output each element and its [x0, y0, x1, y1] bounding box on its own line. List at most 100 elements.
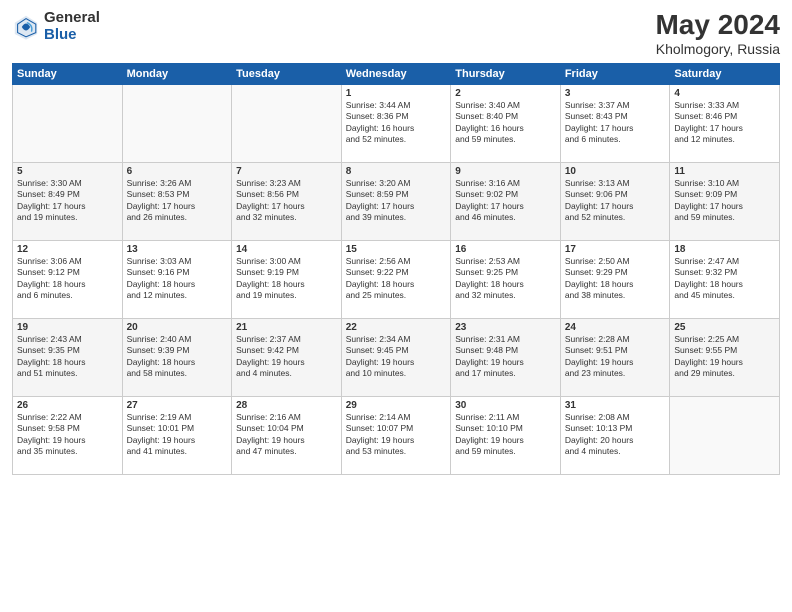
calendar-cell: 16Sunrise: 2:53 AM Sunset: 9:25 PM Dayli… — [451, 240, 561, 318]
day-number: 17 — [565, 244, 666, 255]
col-friday: Friday — [560, 63, 670, 84]
day-number: 20 — [127, 322, 228, 333]
day-number: 14 — [236, 244, 337, 255]
col-monday: Monday — [122, 63, 232, 84]
day-info: Sunrise: 2:22 AM Sunset: 9:58 PM Dayligh… — [17, 412, 118, 458]
calendar-cell: 6Sunrise: 3:26 AM Sunset: 8:53 PM Daylig… — [122, 162, 232, 240]
day-info: Sunrise: 2:16 AM Sunset: 10:04 PM Daylig… — [236, 412, 337, 458]
day-info: Sunrise: 3:03 AM Sunset: 9:16 PM Dayligh… — [127, 256, 228, 302]
calendar-cell: 13Sunrise: 3:03 AM Sunset: 9:16 PM Dayli… — [122, 240, 232, 318]
day-number: 26 — [17, 400, 118, 411]
calendar-cell: 29Sunrise: 2:14 AM Sunset: 10:07 PM Dayl… — [341, 396, 451, 474]
day-number: 9 — [455, 166, 556, 177]
day-number: 2 — [455, 88, 556, 99]
calendar-cell: 31Sunrise: 2:08 AM Sunset: 10:13 PM Dayl… — [560, 396, 670, 474]
calendar-cell: 14Sunrise: 3:00 AM Sunset: 9:19 PM Dayli… — [232, 240, 342, 318]
col-tuesday: Tuesday — [232, 63, 342, 84]
day-number: 12 — [17, 244, 118, 255]
day-number: 23 — [455, 322, 556, 333]
calendar-cell: 22Sunrise: 2:34 AM Sunset: 9:45 PM Dayli… — [341, 318, 451, 396]
day-info: Sunrise: 2:34 AM Sunset: 9:45 PM Dayligh… — [346, 334, 447, 380]
calendar-cell: 7Sunrise: 3:23 AM Sunset: 8:56 PM Daylig… — [232, 162, 342, 240]
day-number: 29 — [346, 400, 447, 411]
calendar-cell: 4Sunrise: 3:33 AM Sunset: 8:46 PM Daylig… — [670, 84, 780, 162]
calendar-cell: 24Sunrise: 2:28 AM Sunset: 9:51 PM Dayli… — [560, 318, 670, 396]
calendar-page: General Blue May 2024 Kholmogory, Russia… — [0, 0, 792, 612]
calendar-cell — [670, 396, 780, 474]
day-number: 10 — [565, 166, 666, 177]
col-thursday: Thursday — [451, 63, 561, 84]
calendar-cell — [232, 84, 342, 162]
col-sunday: Sunday — [13, 63, 123, 84]
day-info: Sunrise: 2:14 AM Sunset: 10:07 PM Daylig… — [346, 412, 447, 458]
calendar-cell: 15Sunrise: 2:56 AM Sunset: 9:22 PM Dayli… — [341, 240, 451, 318]
day-info: Sunrise: 2:28 AM Sunset: 9:51 PM Dayligh… — [565, 334, 666, 380]
logo-icon — [12, 13, 40, 41]
day-info: Sunrise: 2:40 AM Sunset: 9:39 PM Dayligh… — [127, 334, 228, 380]
calendar-cell: 12Sunrise: 3:06 AM Sunset: 9:12 PM Dayli… — [13, 240, 123, 318]
day-number: 24 — [565, 322, 666, 333]
logo-blue: Blue — [44, 27, 100, 44]
col-wednesday: Wednesday — [341, 63, 451, 84]
header: General Blue May 2024 Kholmogory, Russia — [12, 10, 780, 57]
calendar-cell: 28Sunrise: 2:16 AM Sunset: 10:04 PM Dayl… — [232, 396, 342, 474]
calendar-cell: 3Sunrise: 3:37 AM Sunset: 8:43 PM Daylig… — [560, 84, 670, 162]
calendar-cell: 2Sunrise: 3:40 AM Sunset: 8:40 PM Daylig… — [451, 84, 561, 162]
calendar-cell — [13, 84, 123, 162]
calendar-cell: 5Sunrise: 3:30 AM Sunset: 8:49 PM Daylig… — [13, 162, 123, 240]
calendar-title: May 2024 — [655, 10, 780, 41]
calendar-table: Sunday Monday Tuesday Wednesday Thursday… — [12, 63, 780, 475]
day-info: Sunrise: 2:11 AM Sunset: 10:10 PM Daylig… — [455, 412, 556, 458]
calendar-subtitle: Kholmogory, Russia — [655, 41, 780, 57]
calendar-cell: 30Sunrise: 2:11 AM Sunset: 10:10 PM Dayl… — [451, 396, 561, 474]
day-info: Sunrise: 2:31 AM Sunset: 9:48 PM Dayligh… — [455, 334, 556, 380]
day-info: Sunrise: 3:00 AM Sunset: 9:19 PM Dayligh… — [236, 256, 337, 302]
day-number: 3 — [565, 88, 666, 99]
day-info: Sunrise: 2:43 AM Sunset: 9:35 PM Dayligh… — [17, 334, 118, 380]
day-number: 16 — [455, 244, 556, 255]
day-info: Sunrise: 3:33 AM Sunset: 8:46 PM Dayligh… — [674, 100, 775, 146]
calendar-cell: 18Sunrise: 2:47 AM Sunset: 9:32 PM Dayli… — [670, 240, 780, 318]
day-number: 13 — [127, 244, 228, 255]
day-number: 22 — [346, 322, 447, 333]
day-number: 4 — [674, 88, 775, 99]
day-info: Sunrise: 2:53 AM Sunset: 9:25 PM Dayligh… — [455, 256, 556, 302]
day-info: Sunrise: 2:08 AM Sunset: 10:13 PM Daylig… — [565, 412, 666, 458]
day-number: 28 — [236, 400, 337, 411]
calendar-cell: 26Sunrise: 2:22 AM Sunset: 9:58 PM Dayli… — [13, 396, 123, 474]
day-number: 1 — [346, 88, 447, 99]
calendar-cell: 27Sunrise: 2:19 AM Sunset: 10:01 PM Dayl… — [122, 396, 232, 474]
day-info: Sunrise: 2:47 AM Sunset: 9:32 PM Dayligh… — [674, 256, 775, 302]
calendar-cell: 1Sunrise: 3:44 AM Sunset: 8:36 PM Daylig… — [341, 84, 451, 162]
logo-text: General Blue — [44, 10, 100, 43]
day-number: 21 — [236, 322, 337, 333]
day-number: 18 — [674, 244, 775, 255]
calendar-week-4: 19Sunrise: 2:43 AM Sunset: 9:35 PM Dayli… — [13, 318, 780, 396]
logo: General Blue — [12, 10, 100, 43]
day-info: Sunrise: 3:06 AM Sunset: 9:12 PM Dayligh… — [17, 256, 118, 302]
calendar-cell — [122, 84, 232, 162]
day-number: 31 — [565, 400, 666, 411]
day-info: Sunrise: 2:19 AM Sunset: 10:01 PM Daylig… — [127, 412, 228, 458]
day-number: 8 — [346, 166, 447, 177]
calendar-cell: 20Sunrise: 2:40 AM Sunset: 9:39 PM Dayli… — [122, 318, 232, 396]
day-number: 11 — [674, 166, 775, 177]
calendar-cell: 9Sunrise: 3:16 AM Sunset: 9:02 PM Daylig… — [451, 162, 561, 240]
calendar-cell: 17Sunrise: 2:50 AM Sunset: 9:29 PM Dayli… — [560, 240, 670, 318]
day-info: Sunrise: 3:40 AM Sunset: 8:40 PM Dayligh… — [455, 100, 556, 146]
day-info: Sunrise: 3:13 AM Sunset: 9:06 PM Dayligh… — [565, 178, 666, 224]
day-info: Sunrise: 3:10 AM Sunset: 9:09 PM Dayligh… — [674, 178, 775, 224]
calendar-cell: 21Sunrise: 2:37 AM Sunset: 9:42 PM Dayli… — [232, 318, 342, 396]
day-info: Sunrise: 3:23 AM Sunset: 8:56 PM Dayligh… — [236, 178, 337, 224]
calendar-cell: 25Sunrise: 2:25 AM Sunset: 9:55 PM Dayli… — [670, 318, 780, 396]
calendar-week-3: 12Sunrise: 3:06 AM Sunset: 9:12 PM Dayli… — [13, 240, 780, 318]
day-number: 19 — [17, 322, 118, 333]
day-info: Sunrise: 3:44 AM Sunset: 8:36 PM Dayligh… — [346, 100, 447, 146]
day-info: Sunrise: 3:20 AM Sunset: 8:59 PM Dayligh… — [346, 178, 447, 224]
day-info: Sunrise: 2:37 AM Sunset: 9:42 PM Dayligh… — [236, 334, 337, 380]
day-info: Sunrise: 3:37 AM Sunset: 8:43 PM Dayligh… — [565, 100, 666, 146]
calendar-week-1: 1Sunrise: 3:44 AM Sunset: 8:36 PM Daylig… — [13, 84, 780, 162]
day-number: 5 — [17, 166, 118, 177]
day-number: 30 — [455, 400, 556, 411]
header-row: Sunday Monday Tuesday Wednesday Thursday… — [13, 63, 780, 84]
